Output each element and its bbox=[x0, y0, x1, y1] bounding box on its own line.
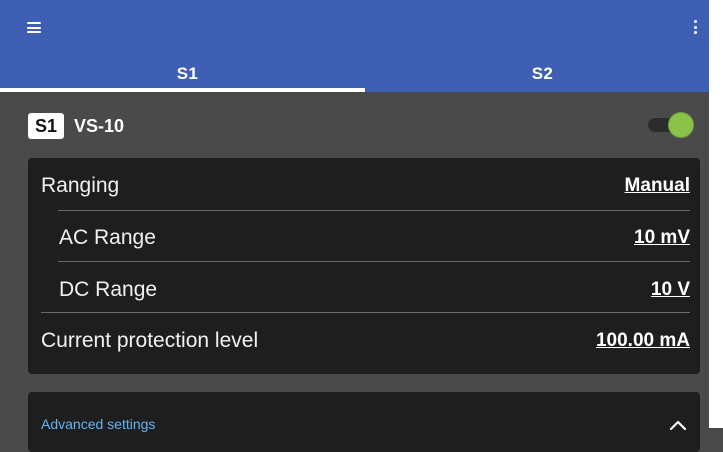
advanced-settings-panel[interactable]: Advanced settings bbox=[28, 392, 700, 452]
chevron-up-icon[interactable] bbox=[670, 420, 686, 430]
device-name: VS-10 bbox=[74, 115, 125, 136]
divider bbox=[58, 261, 690, 262]
device-badge: S1 bbox=[28, 113, 65, 139]
toggle-knob bbox=[668, 112, 694, 138]
current-protection-value[interactable]: 100.00 mA bbox=[596, 330, 690, 352]
ranging-label: Ranging bbox=[41, 173, 120, 197]
tab-s1[interactable]: S1 bbox=[10, 56, 365, 92]
advanced-settings-label[interactable]: Advanced settings bbox=[41, 416, 155, 432]
dc-range-value[interactable]: 10 V bbox=[651, 279, 690, 301]
settings-card: Ranging Manual AC Range 10 mV DC Range 1… bbox=[28, 158, 700, 374]
ac-range-value[interactable]: 10 mV bbox=[634, 227, 690, 249]
dc-range-row[interactable]: DC Range 10 V bbox=[28, 264, 700, 315]
current-protection-row[interactable]: Current protection level 100.00 mA bbox=[28, 315, 700, 366]
tab-s2[interactable]: S2 bbox=[365, 56, 720, 92]
more-vert-icon[interactable] bbox=[692, 20, 698, 34]
divider bbox=[58, 210, 690, 211]
divider bbox=[41, 312, 690, 313]
ranging-value[interactable]: Manual bbox=[625, 175, 690, 197]
ranging-row[interactable]: Ranging Manual bbox=[28, 160, 700, 211]
device-enable-toggle[interactable] bbox=[648, 112, 694, 138]
tab-indicator bbox=[0, 88, 365, 92]
current-protection-label: Current protection level bbox=[41, 328, 259, 352]
device-header: S1 VS-10 bbox=[28, 110, 700, 142]
ac-range-label: AC Range bbox=[59, 225, 156, 249]
menu-icon[interactable] bbox=[27, 22, 41, 33]
scrollbar[interactable] bbox=[709, 0, 723, 428]
ac-range-row[interactable]: AC Range 10 mV bbox=[28, 212, 700, 263]
dc-range-label: DC Range bbox=[59, 277, 158, 301]
